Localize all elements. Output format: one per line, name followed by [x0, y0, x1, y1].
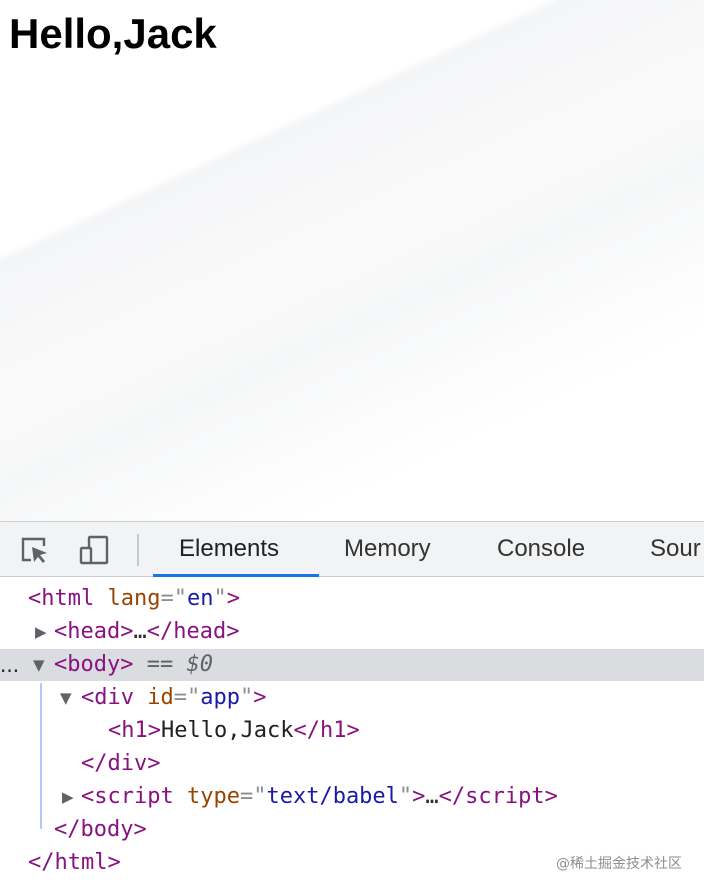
collapse-arrow-icon[interactable]: ▼: [60, 682, 72, 714]
tab-console[interactable]: Console: [497, 522, 585, 578]
dom-node-script[interactable]: ▶ <script type="text/babel">…</script>: [0, 781, 704, 813]
device-toolbar-icon[interactable]: [78, 534, 110, 566]
rendered-page-area: Hello,Jack: [0, 0, 704, 521]
dom-node-body-close[interactable]: </body>: [0, 814, 704, 846]
page-heading: Hello,Jack: [9, 10, 217, 57]
dom-node-div-app[interactable]: ▼ <div id="app">: [0, 682, 704, 714]
dom-node-div-close[interactable]: </div>: [0, 748, 704, 780]
tab-sources[interactable]: Sour: [650, 522, 701, 578]
dom-node-html[interactable]: <html lang="en">: [0, 583, 704, 615]
toolbar-divider: [137, 534, 139, 566]
devtools-panel: Elements Memory Console Sour <html lang=…: [0, 521, 704, 895]
tab-elements[interactable]: Elements: [179, 522, 279, 578]
more-options-dots[interactable]: ...: [0, 649, 19, 681]
expand-arrow-icon[interactable]: ▶: [62, 781, 74, 813]
dom-node-body-selected[interactable]: ... ▼ <body> == $0: [0, 649, 704, 681]
devtools-toolbar: Elements Memory Console Sour: [0, 521, 704, 577]
nesting-guide-line: [40, 683, 42, 829]
tab-memory[interactable]: Memory: [344, 522, 431, 578]
active-tab-indicator: [153, 574, 319, 577]
expand-arrow-icon[interactable]: ▶: [35, 616, 47, 648]
watermark: @稀土掘金技术社区: [556, 856, 682, 872]
dom-node-head[interactable]: ▶ <head>…</head>: [0, 616, 704, 648]
dom-node-h1[interactable]: <h1>Hello,Jack</h1>: [0, 715, 704, 747]
collapse-arrow-icon[interactable]: ▼: [33, 649, 45, 681]
inspect-element-icon[interactable]: [18, 534, 50, 566]
